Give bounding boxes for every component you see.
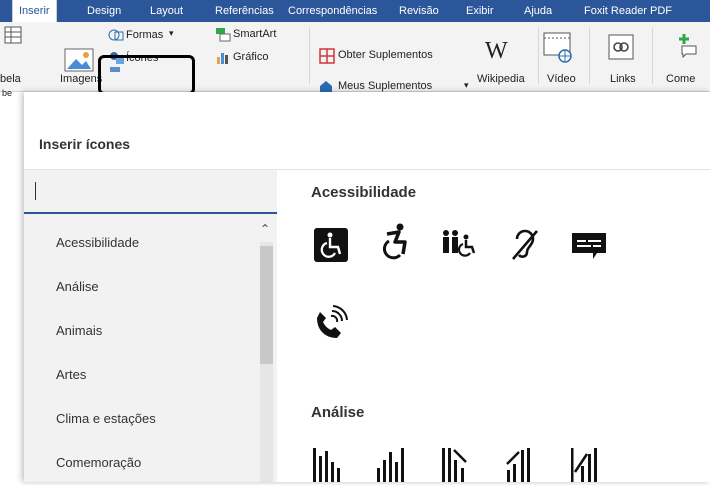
- search-box[interactable]: [24, 170, 277, 214]
- tab-foxit-reader-pdf[interactable]: Foxit Reader PDF: [584, 0, 672, 22]
- ribbon-tab-bar: Inserir Design Layout Referências Corres…: [0, 0, 710, 22]
- hearing-impaired-icon[interactable]: [505, 225, 545, 265]
- section-title-analise: Análise: [311, 404, 365, 421]
- ribbon-separator: [589, 28, 590, 84]
- tab-exibir[interactable]: Exibir: [466, 0, 494, 22]
- tab-revisao[interactable]: Revisão: [399, 0, 439, 22]
- formas-dropdown-chevron-icon[interactable]: ▾: [169, 28, 174, 39]
- scroll-up-arrow-icon[interactable]: ⌃: [260, 222, 270, 236]
- dialog-header: Inserir ícones: [24, 92, 710, 170]
- category-sidebar: Acessibilidade Análise Animais Artes Cli…: [24, 170, 277, 482]
- text-caret: [35, 182, 36, 200]
- closed-caption-icon[interactable]: [569, 225, 609, 265]
- section-title-acessibilidade: Acessibilidade: [311, 184, 417, 201]
- category-clima-e-estacoes[interactable]: Clima e estações: [24, 397, 259, 441]
- image-icon[interactable]: [64, 48, 94, 72]
- ribbon-separator: [538, 28, 539, 84]
- category-acessibilidade[interactable]: Acessibilidade: [24, 221, 259, 265]
- bar-chart-rising-icon[interactable]: [375, 442, 415, 482]
- category-artes[interactable]: Artes: [24, 353, 259, 397]
- tab-referencias[interactable]: Referências: [215, 0, 274, 22]
- volume-control-phone-icon[interactable]: [311, 304, 351, 344]
- obter-suplementos-label[interactable]: Obter Suplementos: [338, 49, 433, 61]
- insert-icons-dialog: Inserir ícones Acessibilidade Análise An…: [24, 92, 710, 482]
- ribbon-fragment: be: [2, 88, 13, 98]
- tab-correspondencias[interactable]: Correspondências: [288, 0, 377, 22]
- active-wheelchair-icon[interactable]: [375, 222, 415, 262]
- highlight-callout: [98, 55, 195, 95]
- wikipedia-label[interactable]: Wikipedia: [477, 73, 525, 85]
- formas-label[interactable]: Formas: [126, 29, 163, 41]
- link-icon[interactable]: [608, 34, 634, 60]
- ribbon-separator: [652, 28, 653, 84]
- tabela-label[interactable]: bela: [0, 73, 21, 85]
- grafico-label[interactable]: Gráfico: [233, 51, 268, 63]
- ribbon-separator: [309, 28, 310, 84]
- meus-suplementos-chevron-icon[interactable]: ▾: [464, 80, 469, 91]
- shapes-icon[interactable]: [108, 28, 124, 42]
- bar-chart-declining-icon[interactable]: [311, 442, 351, 482]
- tab-ajuda[interactable]: Ajuda: [524, 0, 552, 22]
- bar-chart-trend-up-icon[interactable]: [505, 442, 545, 482]
- links-label[interactable]: Links: [610, 73, 636, 85]
- wheelchair-square-icon[interactable]: [311, 225, 351, 265]
- comentario-label[interactable]: Come: [666, 73, 695, 85]
- tab-inserir[interactable]: Inserir: [12, 0, 57, 22]
- smartart-label[interactable]: SmartArt: [233, 28, 276, 40]
- online-video-icon[interactable]: [543, 32, 573, 64]
- smartart-icon[interactable]: [215, 27, 231, 42]
- bar-chart-upward-arrow-icon[interactable]: [569, 442, 609, 482]
- wikipedia-icon[interactable]: W: [485, 38, 508, 65]
- table-icon[interactable]: [4, 26, 22, 44]
- my-addins-icon[interactable]: [319, 80, 333, 92]
- new-comment-icon[interactable]: [676, 32, 698, 58]
- tab-layout[interactable]: Layout: [150, 0, 183, 22]
- scrollbar-thumb[interactable]: [260, 246, 273, 364]
- tab-design[interactable]: Design: [87, 0, 121, 22]
- category-comemoracao[interactable]: Comemoração: [24, 441, 259, 485]
- icon-search-input[interactable]: [34, 176, 264, 206]
- meus-suplementos-label[interactable]: Meus Suplementos: [338, 80, 432, 92]
- dialog-title: Inserir ícones: [39, 136, 131, 152]
- store-icon[interactable]: [319, 48, 335, 64]
- video-label[interactable]: Vídeo: [547, 73, 576, 85]
- imagens-label[interactable]: Imagens: [60, 73, 102, 85]
- category-analise[interactable]: Análise: [24, 265, 259, 309]
- bar-chart-trend-down-icon[interactable]: [440, 442, 480, 482]
- category-animais[interactable]: Animais: [24, 309, 259, 353]
- chart-icon[interactable]: [216, 50, 230, 64]
- icon-gallery: Acessibilidade Análise: [277, 170, 710, 482]
- family-wheelchair-icon[interactable]: [440, 225, 480, 265]
